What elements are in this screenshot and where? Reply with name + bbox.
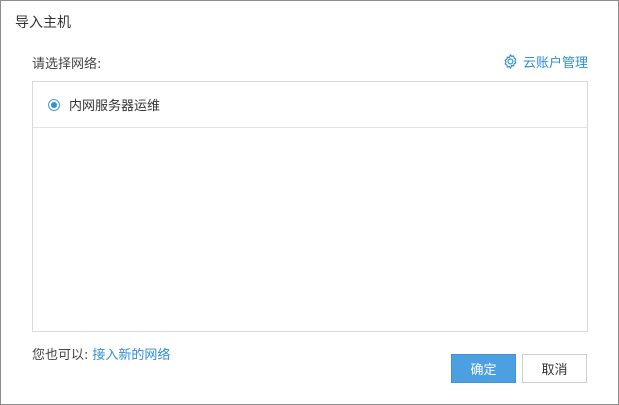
dialog-title: 导入主机 <box>15 15 71 31</box>
network-list: 内网服务器运维 <box>32 81 588 332</box>
cloud-account-management-link[interactable]: 云账户管理 <box>502 52 588 71</box>
import-host-dialog: 导入主机 请选择网络: 云账户管理 内网服务器运维 您也可以: 接入新的网络 确定… <box>0 0 619 405</box>
add-new-network-link[interactable]: 接入新的网络 <box>92 348 170 363</box>
network-option-label: 内网服务器运维 <box>69 99 161 114</box>
cloud-account-link-label[interactable]: 云账户管理 <box>523 52 588 71</box>
confirm-button[interactable]: 确定 <box>451 354 516 383</box>
gear-icon <box>502 53 519 70</box>
footer-prefix: 您也可以: <box>32 348 89 363</box>
footer-hint: 您也可以: 接入新的网络 <box>32 344 170 363</box>
choose-network-label: 请选择网络: <box>32 57 102 72</box>
cancel-button[interactable]: 取消 <box>522 354 587 383</box>
network-option-intranet-ops[interactable]: 内网服务器运维 <box>33 82 587 128</box>
radio-button-selected[interactable] <box>48 98 60 111</box>
